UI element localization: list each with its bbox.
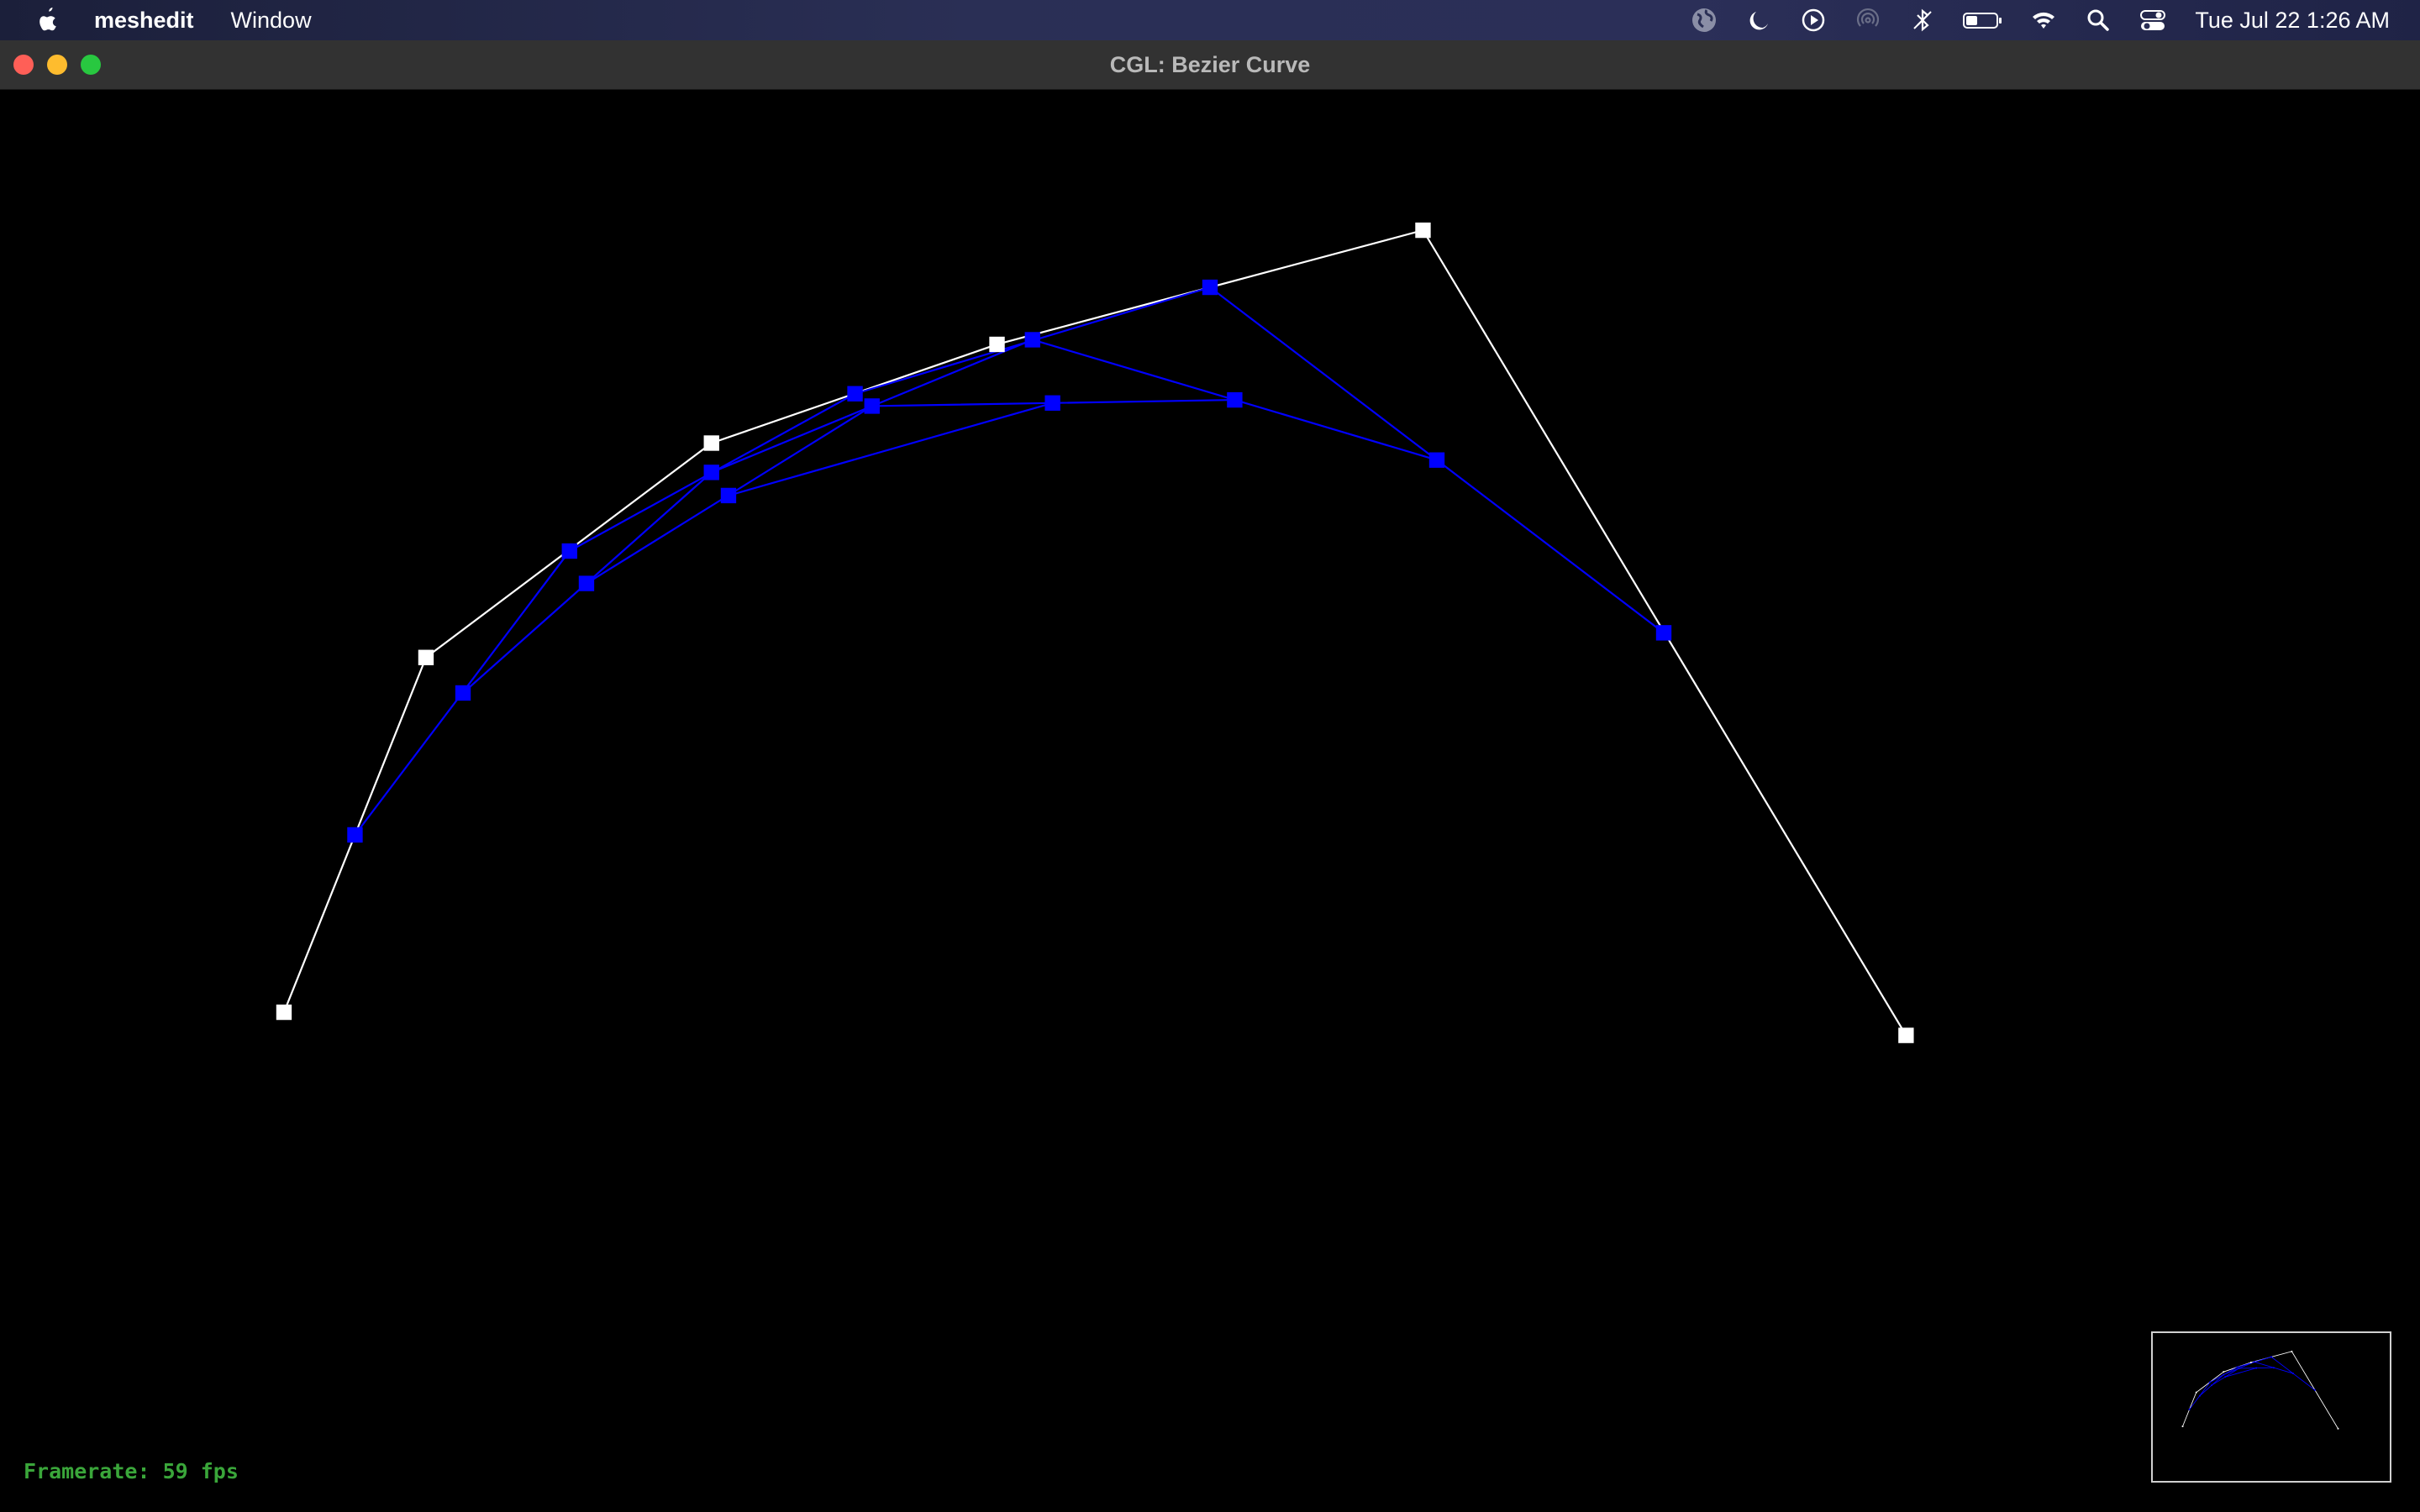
eval-point: [347, 827, 363, 843]
search-icon[interactable]: [2083, 5, 2113, 35]
control-point[interactable]: [1415, 222, 1431, 239]
battery-icon[interactable]: [1962, 5, 2004, 35]
bezier-canvas[interactable]: [0, 90, 2420, 1512]
eval-point: [1655, 625, 1672, 641]
eval-point: [578, 575, 595, 591]
control-point[interactable]: [989, 336, 1005, 353]
play-icon[interactable]: [1798, 5, 1828, 35]
eval-point: [847, 386, 863, 402]
eval-point: [720, 487, 737, 504]
control-point[interactable]: [418, 649, 434, 665]
eval-point: [1202, 279, 1218, 296]
thumbnail-scene: [2181, 1351, 2339, 1430]
eval-level-2-line: [462, 339, 1438, 694]
eval-point: [1227, 391, 1243, 408]
close-button[interactable]: [13, 55, 34, 75]
eval-point: [703, 465, 719, 480]
eval-point: [561, 543, 577, 559]
control-center-icon[interactable]: [2138, 5, 2168, 35]
zoom-button[interactable]: [81, 55, 101, 75]
window-titlebar[interactable]: CGL: Bezier Curve: [0, 40, 2420, 90]
framerate-label: Framerate: 59 fps: [24, 1459, 239, 1483]
window-title: CGL: Bezier Curve: [1109, 51, 1311, 77]
eval-point: [1428, 452, 1445, 468]
menu-clock[interactable]: Tue Jul 22 1:26 AM: [2195, 8, 2390, 34]
eval-point: [1024, 332, 1040, 348]
eval-level-4-line: [728, 402, 1053, 496]
airdrop-icon[interactable]: [1853, 5, 1883, 35]
eval-point: [455, 685, 471, 701]
app-window: CGL: Bezier Curve Framerate: 59 fps: [0, 40, 2420, 1512]
control-point[interactable]: [703, 435, 719, 451]
wifi-icon[interactable]: [2028, 5, 2059, 35]
eval-point: [864, 398, 880, 414]
window-menu[interactable]: Window: [231, 8, 312, 34]
eval-level-3-line: [586, 398, 1235, 585]
eval-point: [1044, 395, 1060, 411]
bluetooth-icon[interactable]: [1907, 5, 1938, 35]
thumbnail-preview: [2151, 1331, 2391, 1483]
apple-icon[interactable]: [35, 6, 60, 34]
app-menu[interactable]: meshedit: [94, 8, 194, 34]
control-point[interactable]: [276, 1004, 292, 1021]
minimize-button[interactable]: [47, 55, 67, 75]
moon-icon[interactable]: [1744, 5, 1774, 35]
menu-bar: meshedit Window Tue Jul 22 1:26 AM: [0, 0, 2420, 40]
control-point[interactable]: [1898, 1027, 1914, 1043]
globe-icon[interactable]: [1689, 5, 1719, 35]
eval-level-1-line: [354, 286, 1665, 836]
